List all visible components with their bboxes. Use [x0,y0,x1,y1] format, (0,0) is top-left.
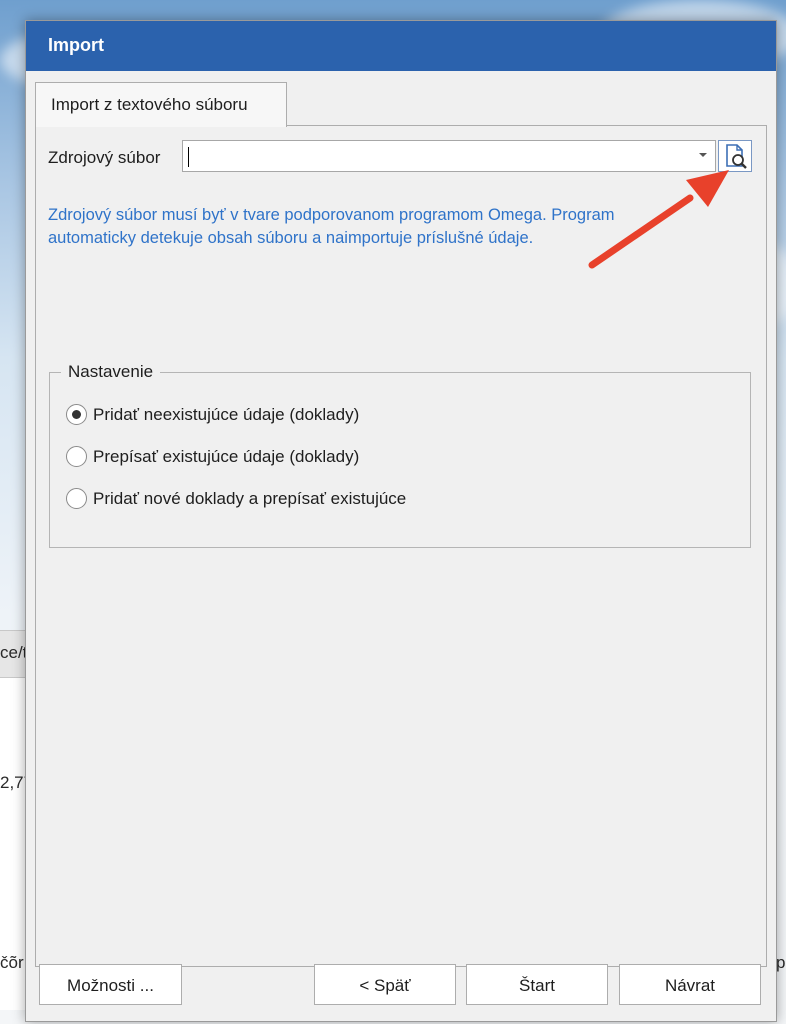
radio-label: Pridať nové doklady a prepísať existujúc… [93,489,407,508]
options-button[interactable]: Možnosti ... [39,964,182,1005]
radio-button[interactable] [66,404,87,425]
background-text: čõr [0,953,24,972]
background-text: ce/t [0,643,26,662]
back-button[interactable]: < Späť [314,964,456,1005]
radio-label: Prepísať existujúce údaje (doklady) [93,447,360,466]
settings-legend: Nastavenie [61,362,161,382]
info-line: Zdrojový súbor musí byť v tvare podporov… [48,206,615,224]
tab-text-file-import[interactable]: Import z textového súboru [35,82,287,127]
radio-button[interactable] [66,488,87,509]
info-text: Zdrojový súbor musí byť v tvare podporov… [48,204,688,250]
text-cursor [188,147,189,167]
source-file-combobox[interactable] [182,140,716,172]
background-text: pi [776,953,786,972]
background-text: 2,77 [0,773,26,792]
dialog-titlebar[interactable]: Import [26,21,776,71]
import-dialog: Import Import z textového súboru Zdrojov… [25,20,777,1022]
browse-file-button[interactable] [718,140,752,172]
tab-label: Import z textového súboru [51,95,248,114]
radio-button[interactable] [66,446,87,467]
radio-label: Pridať neexistujúce údaje (doklady) [93,405,360,424]
source-file-label: Zdrojový súbor [48,148,161,167]
source-file-input[interactable] [193,144,677,170]
file-search-icon [726,144,747,169]
dialog-title: Import [48,35,104,55]
chevron-down-icon[interactable] [699,153,707,157]
start-button[interactable]: Štart [466,964,608,1005]
return-button[interactable]: Návrat [619,964,761,1005]
info-line: automaticky detekuje obsah súboru a naim… [48,229,534,247]
